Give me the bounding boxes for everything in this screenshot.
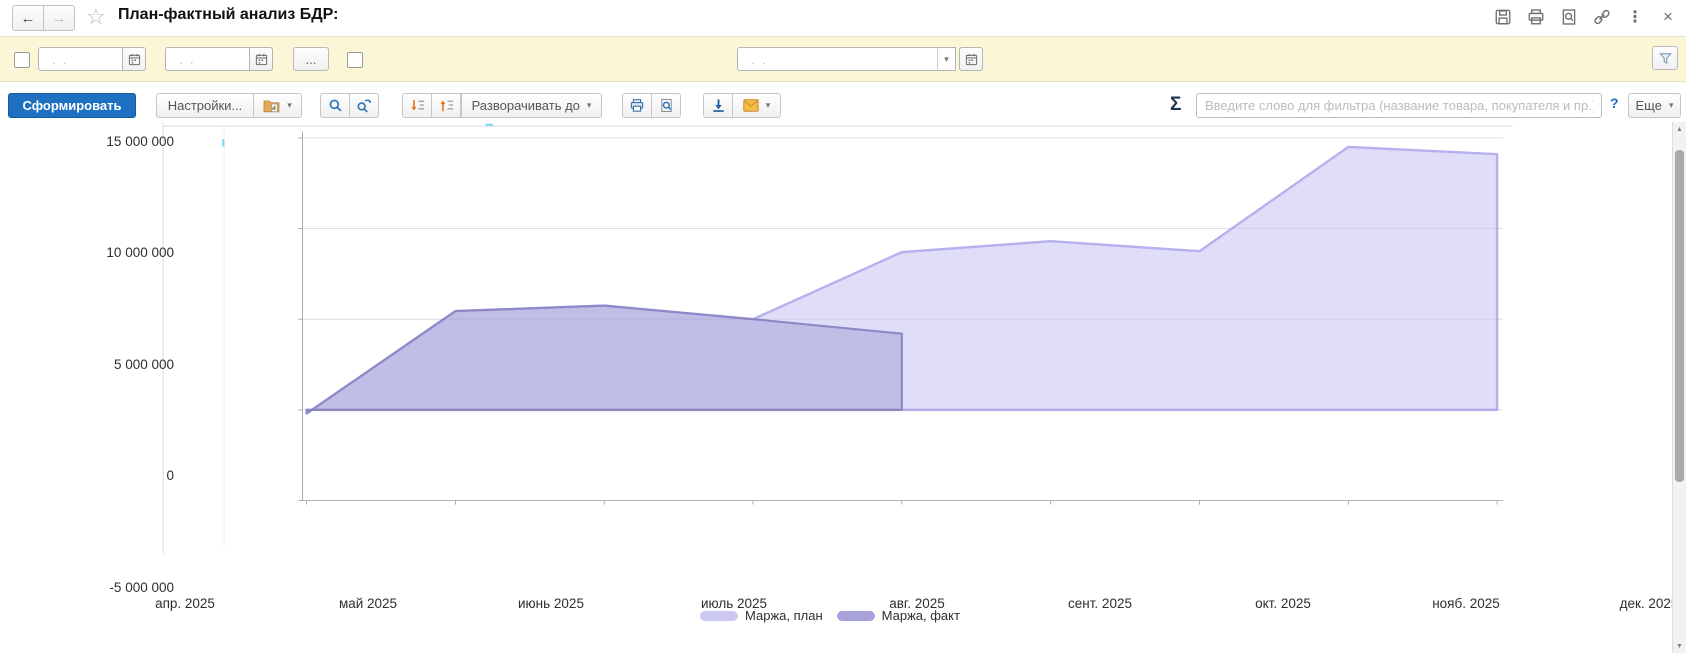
forward-button[interactable]: → <box>43 5 75 31</box>
y-axis-label: 15 000 000 <box>58 133 174 151</box>
collapse-all-icon <box>439 98 454 113</box>
report-variants-button[interactable]: ▾ <box>253 93 302 118</box>
print-icon[interactable] <box>1526 7 1546 27</box>
show-fact-checkbox[interactable] <box>347 52 363 68</box>
date-to-field <box>165 47 273 71</box>
period-ellipsis-button[interactable]: ... <box>293 47 329 71</box>
close-icon[interactable]: × <box>1658 7 1678 27</box>
favorite-star-icon[interactable]: ☆ <box>86 4 106 30</box>
expand-all-button[interactable] <box>402 93 432 118</box>
report-area: 15 000 000 10 000 000 5 000 000 0 -5 000 000… <box>0 122 1686 653</box>
find-next-button[interactable] <box>349 93 379 118</box>
print-button[interactable] <box>622 93 652 118</box>
y-axis-label: 10 000 000 <box>58 244 174 262</box>
chart-canvas[interactable] <box>0 122 1672 653</box>
y-axis-label: -5 000 000 <box>58 579 174 597</box>
find-button[interactable] <box>320 93 350 118</box>
print-preview-button[interactable] <box>651 93 681 118</box>
download-icon <box>711 98 726 113</box>
forward-arrow-icon: → <box>52 10 67 27</box>
back-arrow-icon: ← <box>21 10 36 27</box>
period-checkbox[interactable] <box>14 52 30 68</box>
actual-date-field: ▾ <box>737 47 983 71</box>
generate-button[interactable]: Сформировать <box>8 93 136 118</box>
chevron-down-icon: ▾ <box>587 100 592 111</box>
date-to-input[interactable] <box>165 47 249 71</box>
filter-panel: – ... Выводить факт после ДА Дата актуал… <box>0 36 1686 82</box>
more-label: Еще <box>1636 98 1662 113</box>
save-file-button[interactable] <box>703 93 733 118</box>
collapse-all-button[interactable] <box>431 93 461 118</box>
link-icon[interactable] <box>1592 7 1612 27</box>
chevron-down-icon: ▾ <box>1669 100 1674 111</box>
legend-swatch <box>837 611 875 621</box>
back-button[interactable]: ← <box>12 5 44 31</box>
actual-date-calendar-button[interactable] <box>959 47 983 71</box>
legend-item: Маржа, факт <box>837 608 960 623</box>
legend-label: Маржа, факт <box>882 608 960 623</box>
y-axis-label: 0 <box>58 467 174 485</box>
expand-to-label: Разворачивать до <box>472 98 580 113</box>
report-toolbar: Сформировать Настройки... ▾ <box>0 82 1686 122</box>
chevron-down-icon: ▾ <box>944 54 949 65</box>
report-variants-icon <box>263 98 280 113</box>
y-axis-label: 5 000 000 <box>58 356 174 374</box>
save-icon[interactable] <box>1493 7 1513 27</box>
filter-funnel-button[interactable] <box>1652 46 1678 70</box>
date-to-calendar-button[interactable] <box>249 47 273 71</box>
printer-icon <box>629 98 645 113</box>
chevron-down-icon: ▾ <box>287 100 292 111</box>
scrollbar-thumb[interactable] <box>1675 150 1684 482</box>
date-from-field <box>38 47 146 71</box>
expand-to-button[interactable]: Разворачивать до ▾ <box>461 93 602 118</box>
sum-sigma-button[interactable]: Σ <box>1170 94 1181 116</box>
more-menu-icon[interactable]: ⋮ <box>1625 7 1645 27</box>
actual-date-dropdown-button[interactable]: ▾ <box>937 47 956 71</box>
legend-label: Маржа, план <box>745 608 823 623</box>
expand-all-icon <box>410 98 425 113</box>
envelope-icon <box>743 99 759 112</box>
scroll-down-button[interactable]: ▼ <box>1673 639 1686 653</box>
chevron-down-icon: ▾ <box>766 100 771 111</box>
send-email-button[interactable]: ▾ <box>732 93 781 118</box>
app-window: ← → ☆ План-фактный анализ БДР: <box>0 0 1686 653</box>
more-button[interactable]: Еще ▾ <box>1628 93 1681 118</box>
search-next-icon <box>356 98 372 113</box>
page-title: План-фактный анализ БДР: <box>118 6 338 24</box>
legend-swatch <box>700 611 738 621</box>
help-link[interactable]: ? <box>1610 95 1619 111</box>
settings-button[interactable]: Настройки... <box>156 93 254 118</box>
vertical-scrollbar[interactable]: ▲ ▼ <box>1672 122 1686 653</box>
chart-legend: Маржа, план Маржа, факт <box>0 608 1660 623</box>
legend-item: Маржа, план <box>700 608 823 623</box>
funnel-icon <box>1658 51 1673 66</box>
nav-buttons: ← → <box>12 5 75 31</box>
header-bar: ← → ☆ План-фактный анализ БДР: <box>0 0 1686 36</box>
quick-filter-input[interactable] <box>1196 93 1602 118</box>
scroll-up-button[interactable]: ▲ <box>1673 122 1686 136</box>
date-from-calendar-button[interactable] <box>122 47 146 71</box>
header-actions: ⋮ × <box>1493 7 1678 27</box>
preview-icon[interactable] <box>1559 7 1579 27</box>
date-from-input[interactable] <box>38 47 122 71</box>
print-preview-icon <box>659 98 674 113</box>
search-icon <box>328 98 343 113</box>
actual-date-input[interactable] <box>737 47 937 71</box>
